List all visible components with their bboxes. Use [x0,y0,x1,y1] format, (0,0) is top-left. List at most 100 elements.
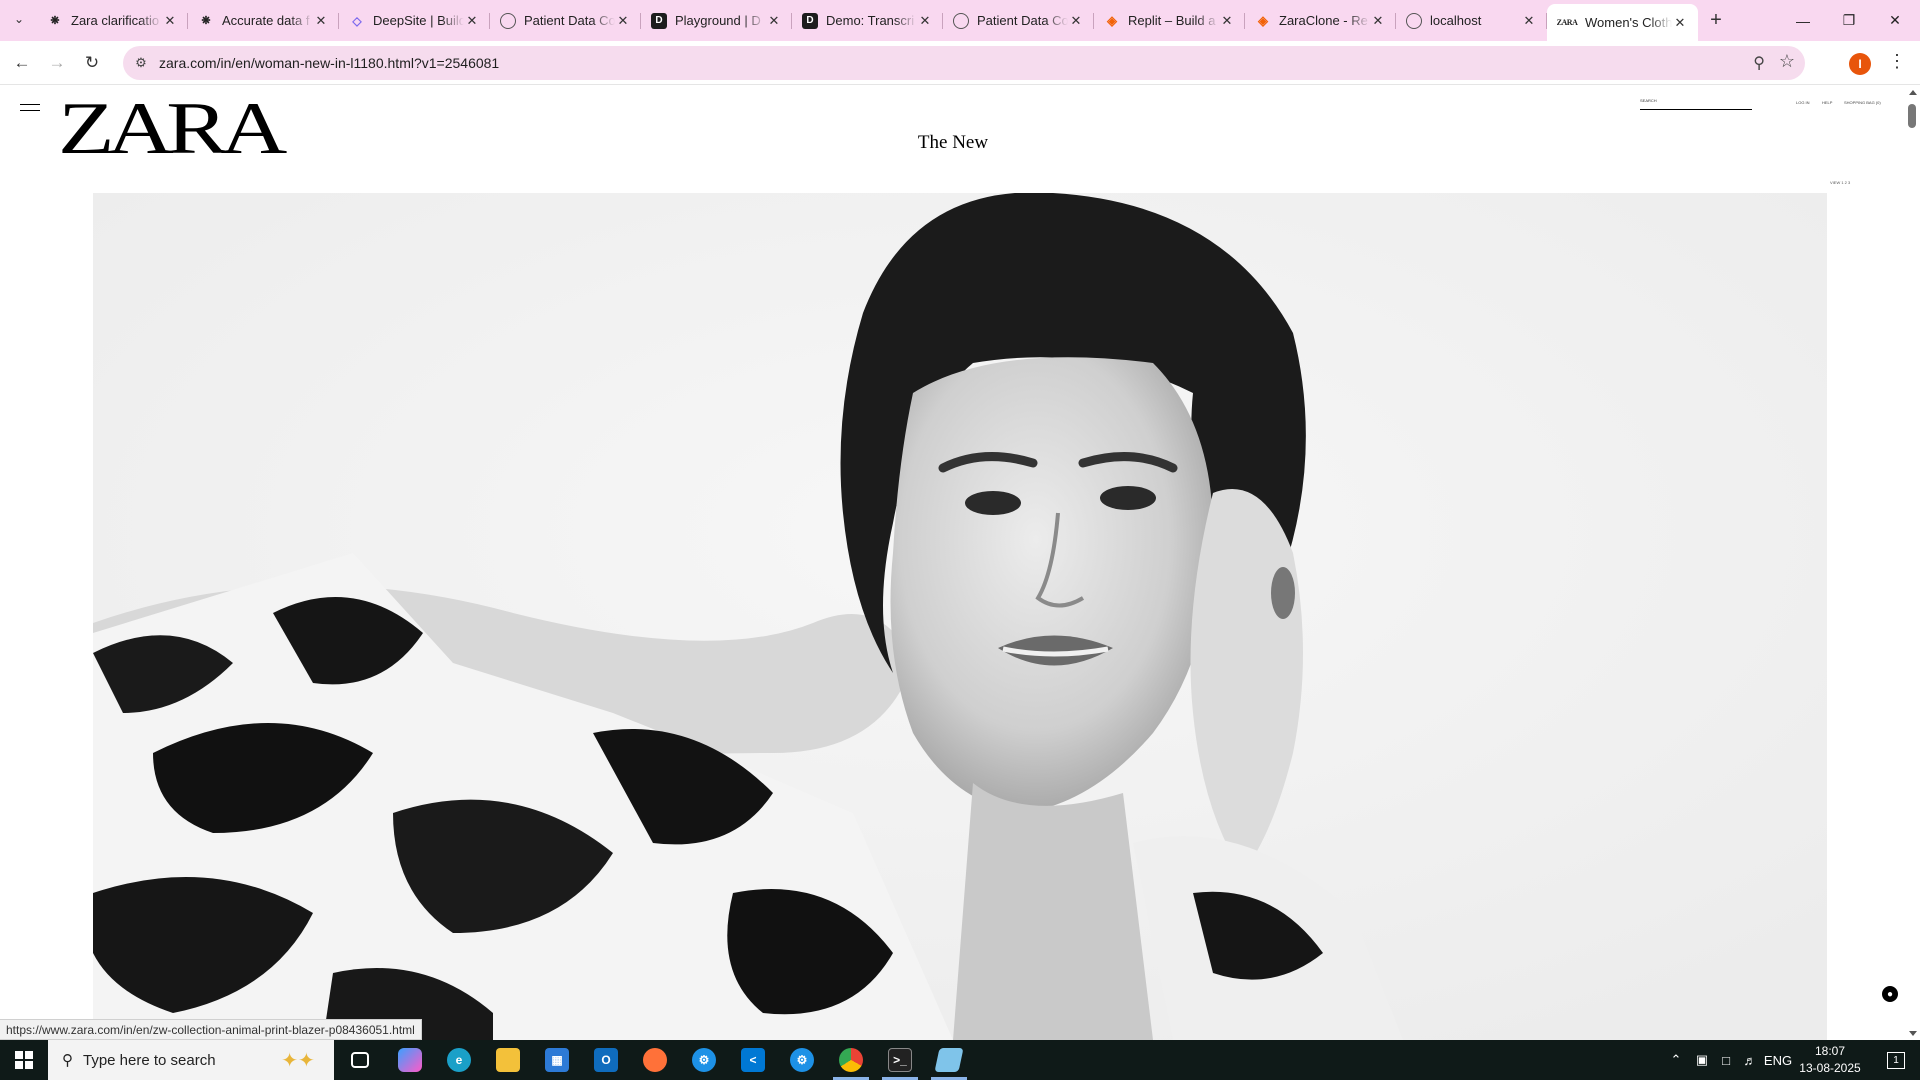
tab-title: Replit – Build a [1128,13,1216,28]
scrollbar-thumb[interactable] [1908,104,1916,128]
volume-icon[interactable]: ♬ [1738,1040,1762,1080]
windows-start-icon[interactable] [0,1040,48,1080]
hamburger-menu-icon[interactable] [20,104,40,112]
microsoft-store-icon[interactable]: ▦ [533,1040,581,1080]
deepgram-icon: D [802,12,818,29]
tab-3[interactable]: Patient Data Co ✕ [490,4,641,37]
close-icon[interactable]: ✕ [615,13,631,29]
profile-avatar[interactable]: I [1849,53,1871,75]
tab-9[interactable]: localhost ✕ [1396,4,1547,37]
close-icon[interactable]: ✕ [917,13,933,29]
close-icon[interactable]: ✕ [464,13,480,29]
tab-title: Playground | D [675,13,761,28]
window-close-icon[interactable]: ✕ [1872,0,1918,41]
forward-arrow-icon[interactable]: → [45,51,69,75]
clock-time: 18:07 [1814,1044,1846,1058]
minimize-icon[interactable]: — [1780,0,1826,41]
docker-icon[interactable]: ⚙ [680,1040,728,1080]
bookmark-star-icon[interactable]: ☆ [1779,51,1795,72]
browser-menu-icon[interactable]: ⋮ [1888,51,1906,72]
help-link[interactable]: HELP [1822,100,1832,105]
url-text[interactable]: zara.com/in/en/woman-new-in-l1180.html?v… [159,55,499,71]
taskbar-search-input[interactable]: ⚲ Type here to search ✦✦ [48,1040,334,1080]
globe-icon [1406,12,1422,29]
replit-icon: ◈ [1107,12,1117,28]
windows-logo [15,1051,33,1069]
deepgram-icon: D [651,12,667,29]
close-icon[interactable]: ✕ [766,13,782,29]
globe-icon [500,12,516,29]
windows-taskbar: ⚲ Type here to search ✦✦ e ▦ O ⚙ < ⚙ >_ … [0,1040,1920,1080]
tab-0[interactable]: ❋ Zara clarificatio ✕ [37,4,188,37]
close-icon[interactable]: ✕ [162,13,178,29]
meet-now-icon[interactable]: ▣ [1690,1040,1714,1080]
close-icon[interactable]: ✕ [1219,13,1235,29]
vscode-icon[interactable]: < [729,1040,777,1080]
zara-page: ZARA The New SEARCH LOG IN HELP SHOPPING… [0,86,1920,1040]
zara-logo[interactable]: ZARA [58,92,287,166]
new-tab-icon[interactable]: + [1704,8,1728,32]
tab-title: localhost [1430,13,1482,28]
reload-icon[interactable]: ↻ [80,51,104,75]
tab-title: Accurate data f [222,13,310,28]
firefox-icon[interactable] [631,1040,679,1080]
shopping-bag-link[interactable]: SHOPPING BAG (0) [1844,100,1881,105]
task-view-icon[interactable] [336,1040,384,1080]
tab-title: Zara clarificatio [71,13,160,28]
chrome-icon[interactable] [827,1040,875,1080]
close-icon[interactable]: ✕ [1672,15,1688,31]
tab-10-active[interactable]: ZARA Women's Cloth ✕ [1547,4,1698,41]
file-explorer-icon[interactable] [484,1040,532,1080]
terminal-icon[interactable]: >_ [876,1040,924,1080]
close-icon[interactable]: ✕ [1521,13,1537,29]
search-placeholder: Type here to search [83,1051,216,1069]
status-bar-url: https://www.zara.com/in/en/zw-collection… [0,1019,422,1040]
tray-overflow-chevron-icon[interactable]: ⌃ [1664,1040,1688,1080]
docker-desktop-icon[interactable]: ⚙ [778,1040,826,1080]
login-link[interactable]: LOG IN [1796,100,1810,105]
address-bar[interactable]: ⚙ zara.com/in/en/woman-new-in-l1180.html… [123,46,1805,80]
close-icon[interactable]: ✕ [1068,13,1084,29]
edge-icon[interactable]: e [435,1040,483,1080]
system-clock[interactable]: 18:07 13-08-2025 [1790,1043,1870,1077]
outlook-icon[interactable]: O [582,1040,630,1080]
tab-7[interactable]: ◈ Replit – Build a ✕ [1094,4,1245,37]
tab-6[interactable]: Patient Data Co ✕ [943,4,1094,37]
portrait-illustration [93,193,1827,1040]
network-icon[interactable]: □ [1714,1040,1738,1080]
openai-icon: ❋ [201,15,211,27]
deepsite-icon: ◇ [352,13,362,28]
search-input[interactable]: SEARCH [1640,98,1752,110]
tab-title: Demo: Transcri [826,13,915,28]
accessibility-icon[interactable]: ● [1882,986,1898,1002]
page-scrollbar[interactable] [1905,86,1920,1040]
close-icon[interactable]: ✕ [313,13,329,29]
tab-strip: ⌄ ❋ Zara clarificatio ✕ ❋ Accurate data … [0,0,1920,41]
scroll-down-arrow-icon[interactable] [1909,1031,1917,1036]
notifications-icon[interactable]: 1 [1876,1040,1916,1080]
scroll-up-arrow-icon[interactable] [1909,90,1917,95]
restore-icon[interactable]: ❐ [1826,0,1872,41]
globe-icon [953,12,969,29]
tab-title: Patient Data Co [977,13,1068,28]
tab-4[interactable]: D Playground | D ✕ [641,4,792,37]
search-highlight-icon[interactable]: ✦✦ [268,1046,328,1074]
tab-search-chevron-icon[interactable]: ⌄ [8,8,30,30]
notes-app-icon[interactable] [925,1040,973,1080]
tab-8[interactable]: ◈ ZaraClone - Re ✕ [1245,4,1396,37]
tab-title: Patient Data Co [524,13,615,28]
tab-2[interactable]: ◇ DeepSite | Build ✕ [339,4,490,37]
zoom-icon[interactable]: ⚲ [1753,53,1765,73]
openai-icon: ❋ [50,15,60,27]
grid-view-selector[interactable]: VIEW 1 2 3 [1830,180,1850,185]
page-title: The New [917,132,989,153]
close-icon[interactable]: ✕ [1370,13,1386,29]
tab-title: Women's Cloth [1585,15,1672,30]
tab-5[interactable]: D Demo: Transcri ✕ [792,4,943,37]
back-arrow-icon[interactable]: ← [10,51,34,75]
tab-title: DeepSite | Build [373,13,464,28]
hero-image[interactable] [93,193,1827,1040]
site-settings-icon[interactable]: ⚙ [131,53,151,73]
tab-1[interactable]: ❋ Accurate data f ✕ [188,4,339,37]
copilot-icon[interactable] [386,1040,434,1080]
